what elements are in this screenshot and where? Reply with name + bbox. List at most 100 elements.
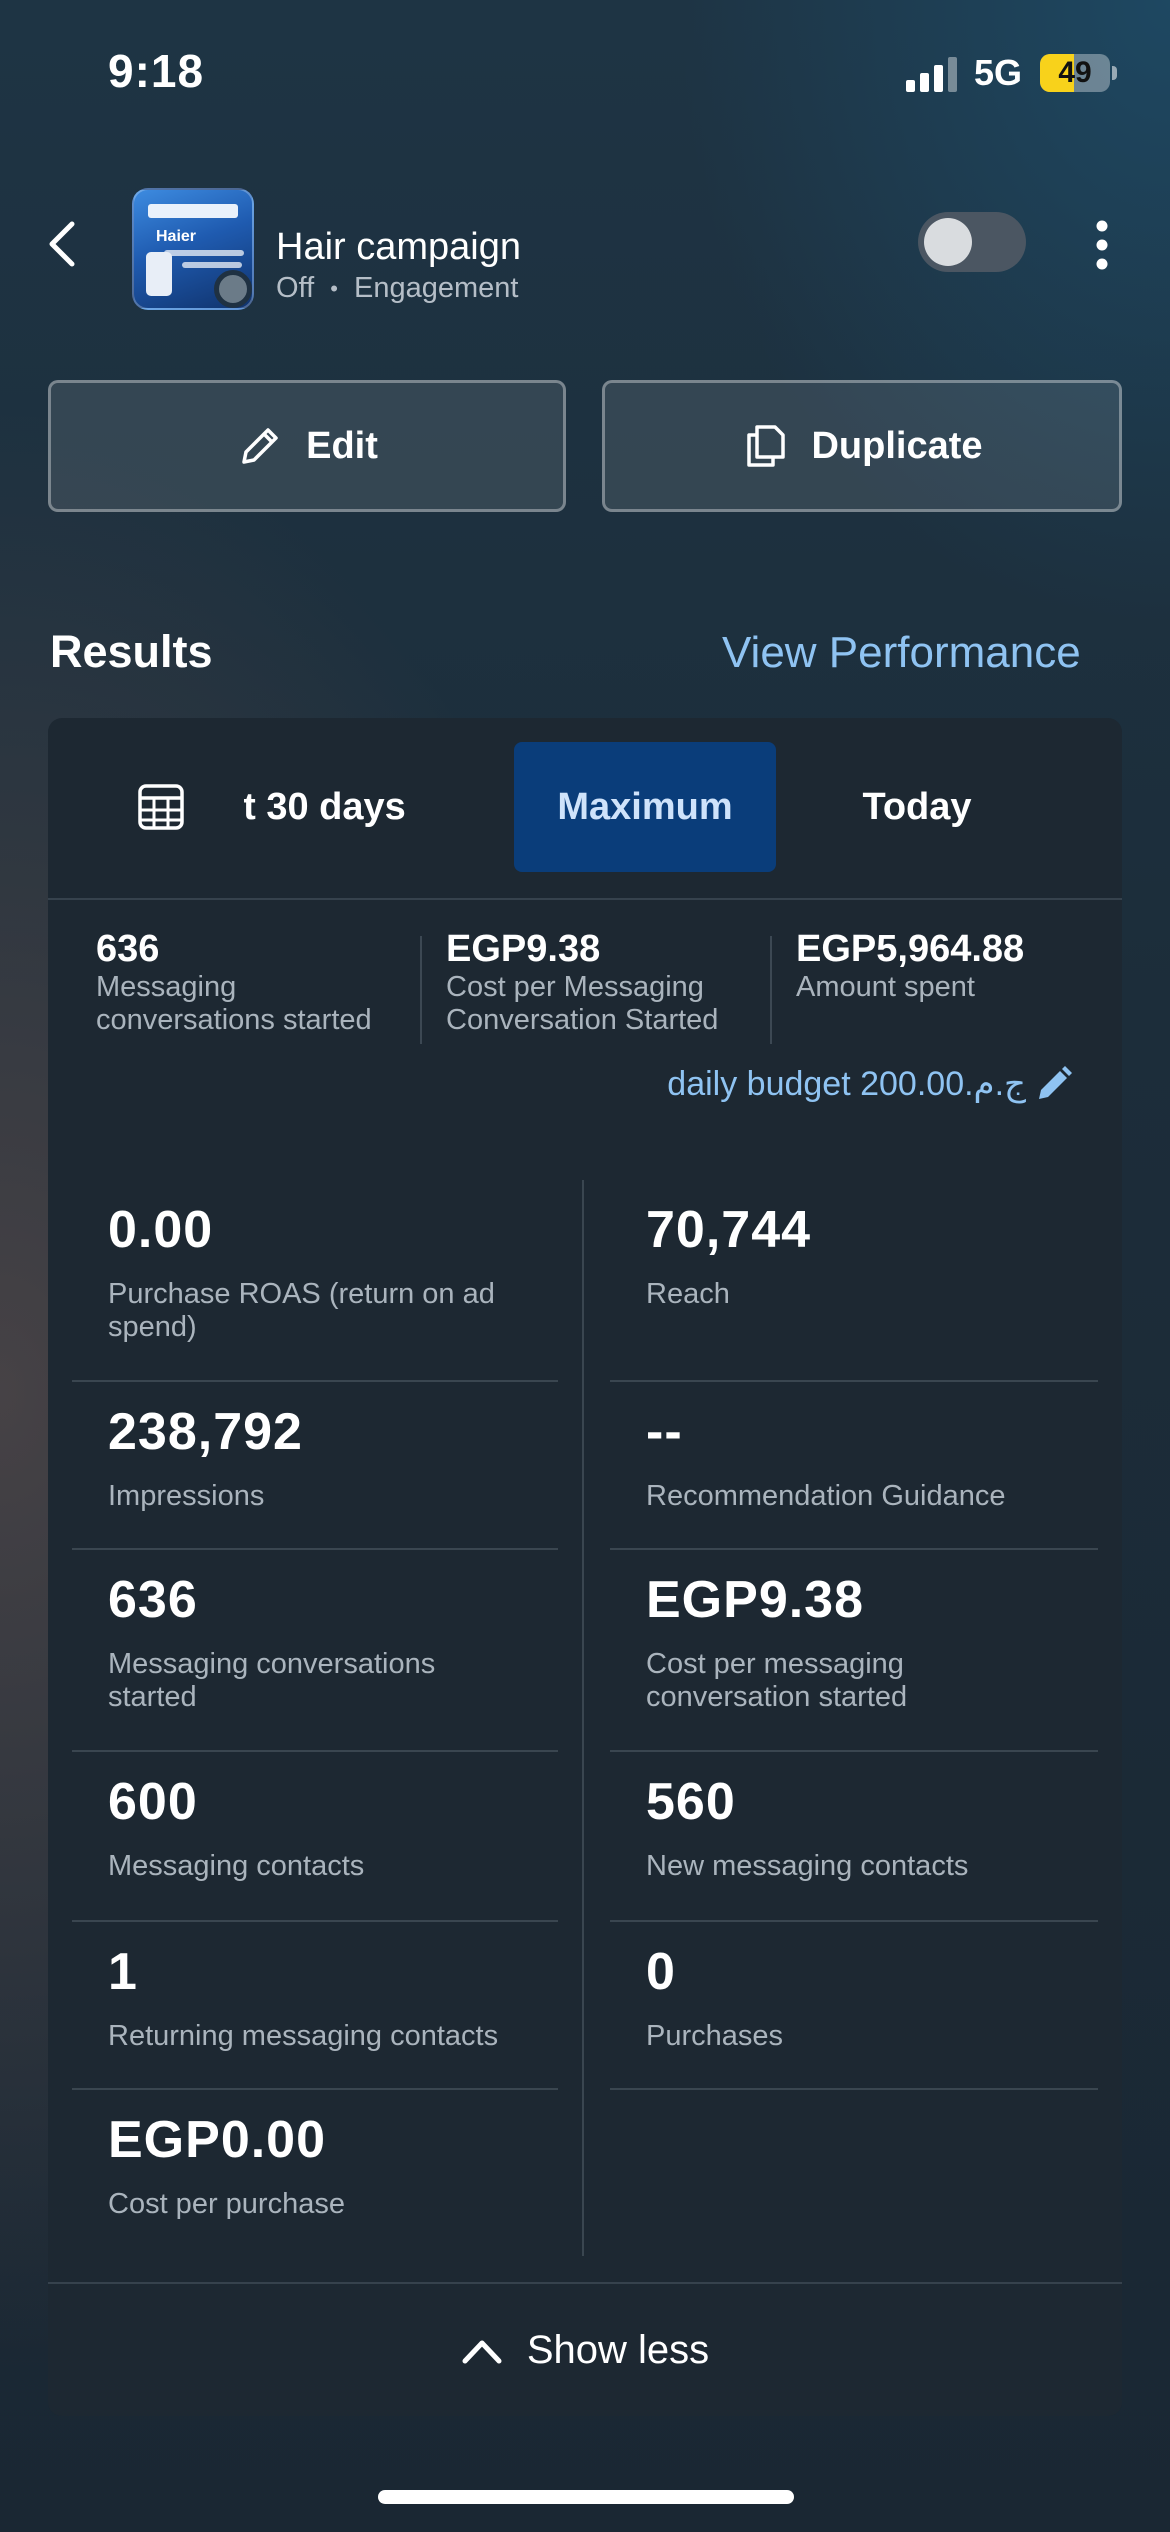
thumbnail-graphic xyxy=(164,250,244,256)
duplicate-button[interactable]: Duplicate xyxy=(602,380,1122,512)
kpi-label: Messaging xyxy=(96,971,237,1003)
metric-label: Impressions xyxy=(108,1480,265,1512)
tab-maximum-label: Maximum xyxy=(557,785,733,828)
metric-value: 238,792 xyxy=(108,1403,303,1461)
thumbnail-graphic xyxy=(146,252,172,296)
show-less-label: Show less xyxy=(526,2327,710,2372)
daily-budget[interactable]: daily budget 200.00.ج.م xyxy=(667,1064,1074,1104)
tab-today[interactable]: Today xyxy=(820,742,1014,872)
view-performance-link[interactable]: View Performance xyxy=(722,628,1081,678)
metric-label: Messaging conversations xyxy=(108,1648,436,1680)
metric-label: Cost per purchase xyxy=(108,2188,345,2220)
metric-cost-per-conversation: EGP9.38 Cost per messaging conversation … xyxy=(646,1570,1106,1714)
home-indicator[interactable] xyxy=(378,2490,794,2504)
metric-value: 0.00 xyxy=(108,1201,214,1259)
duplicate-icon xyxy=(747,425,786,467)
tabs-divider xyxy=(48,898,1122,900)
metric-value: 1 xyxy=(108,1943,138,2001)
metric-label: New messaging contacts xyxy=(646,1850,969,1882)
campaign-subtitle: Off • Engagement xyxy=(276,272,518,305)
tab-last-30-days-label: st 30 days xyxy=(244,785,406,828)
toggle-knob xyxy=(924,218,972,266)
chevron-up-icon xyxy=(462,2340,502,2364)
chevron-left-icon[interactable] xyxy=(44,218,80,270)
metric-label: Returning messaging contacts xyxy=(108,2020,499,2052)
row-divider xyxy=(72,1548,558,1550)
edit-button[interactable]: Edit xyxy=(48,380,566,512)
kpi-value: EGP5,964.88 xyxy=(796,928,1025,970)
metric-value: 560 xyxy=(646,1773,736,1831)
metric-value: 600 xyxy=(108,1773,198,1831)
battery-cap xyxy=(1112,66,1117,80)
metrics-column-divider xyxy=(582,1180,584,2256)
metric-value: -- xyxy=(646,1403,683,1461)
metric-value: EGP9.38 xyxy=(646,1571,865,1629)
row-divider xyxy=(72,1750,558,1752)
kpi-value: 636 xyxy=(96,928,160,970)
kpi-cost-per-conversation: EGP9.38 Cost per Messaging Conversation … xyxy=(446,928,766,1037)
kpi-conversations: 636 Messaging conversations started xyxy=(96,928,416,1037)
calendar-icon[interactable] xyxy=(136,782,186,832)
kpi-amount-spent: EGP5,964.88 Amount spent xyxy=(796,928,1096,1004)
metric-label: spend) xyxy=(108,1311,197,1343)
metric-returning-contacts: 1 Returning messaging contacts xyxy=(108,1942,568,2053)
status-time: 9:18 xyxy=(108,45,205,97)
thumbnail-graphic xyxy=(182,262,242,268)
metric-messaging-contacts: 600 Messaging contacts xyxy=(108,1772,568,1883)
kpi-value: EGP9.38 xyxy=(446,928,601,970)
row-divider xyxy=(610,1750,1098,1752)
pencil-icon xyxy=(242,428,278,464)
edit-button-label: Edit xyxy=(306,424,378,467)
row-divider xyxy=(610,2088,1098,2090)
battery-percent: 49 xyxy=(1058,56,1092,89)
battery-icon: 49 xyxy=(1040,54,1110,92)
metric-label: started xyxy=(108,1681,197,1713)
duplicate-button-label: Duplicate xyxy=(811,424,983,467)
metric-reach: 70,744 Reach xyxy=(646,1200,1106,1311)
metric-label: Reach xyxy=(646,1278,730,1310)
kpi-label: conversations started xyxy=(96,1004,372,1036)
metric-value: 0 xyxy=(646,1943,676,2001)
more-vertical-icon[interactable] xyxy=(1084,218,1120,272)
metric-impressions: 238,792 Impressions xyxy=(108,1402,568,1513)
row-divider xyxy=(72,1920,558,1922)
row-divider xyxy=(610,1548,1098,1550)
metric-cost-per-purchase: EGP0.00 Cost per purchase xyxy=(108,2110,568,2221)
row-divider xyxy=(610,1380,1098,1382)
thumbnail-graphic xyxy=(148,204,238,218)
show-less-button[interactable]: Show less xyxy=(48,2284,1122,2416)
metric-label: Cost per messaging xyxy=(646,1648,904,1680)
kpi-label: Amount spent xyxy=(796,971,975,1003)
metric-value: EGP0.00 xyxy=(108,2111,327,2169)
campaign-title: Hair campaign xyxy=(276,226,521,268)
tab-maximum[interactable]: Maximum xyxy=(514,742,776,872)
kpi-separator xyxy=(420,936,422,1044)
campaign-objective: Engagement xyxy=(353,272,519,304)
campaign-status: Off xyxy=(276,272,315,304)
metric-label: Messaging contacts xyxy=(108,1850,365,1882)
metric-purchases: 0 Purchases xyxy=(646,1942,1106,2053)
kpi-label: Cost per Messaging xyxy=(446,971,704,1003)
metric-label: Purchase ROAS (return on ad xyxy=(108,1278,495,1310)
row-divider xyxy=(610,1920,1098,1922)
pencil-icon xyxy=(1039,1066,1072,1099)
metric-value: 70,744 xyxy=(646,1201,812,1259)
metric-new-messaging-contacts: 560 New messaging contacts xyxy=(646,1772,1106,1883)
metric-purchase-roas: 0.00 Purchase ROAS (return on ad spend) xyxy=(108,1200,568,1344)
metric-value: 636 xyxy=(108,1571,198,1629)
tab-today-label: Today xyxy=(862,785,972,828)
tab-last-30-days[interactable]: st 30 days xyxy=(244,742,434,872)
results-title: Results xyxy=(50,626,213,677)
daily-budget-text: daily budget 200.00.ج.م xyxy=(667,1065,1026,1103)
kpi-label: Conversation Started xyxy=(446,1004,719,1036)
subtitle-separator: • xyxy=(330,276,338,302)
row-divider xyxy=(72,1380,558,1382)
campaign-toggle[interactable] xyxy=(918,212,1026,272)
metric-recommendation-guidance: -- Recommendation Guidance xyxy=(646,1402,1106,1513)
campaign-status-dot xyxy=(214,270,252,308)
metric-label: conversation started xyxy=(646,1681,908,1713)
metric-label: Purchases xyxy=(646,2020,784,2052)
cellular-signal-icon xyxy=(906,57,957,92)
metric-messaging-conversations: 636 Messaging conversations started xyxy=(108,1570,568,1714)
kpi-separator xyxy=(770,936,772,1044)
